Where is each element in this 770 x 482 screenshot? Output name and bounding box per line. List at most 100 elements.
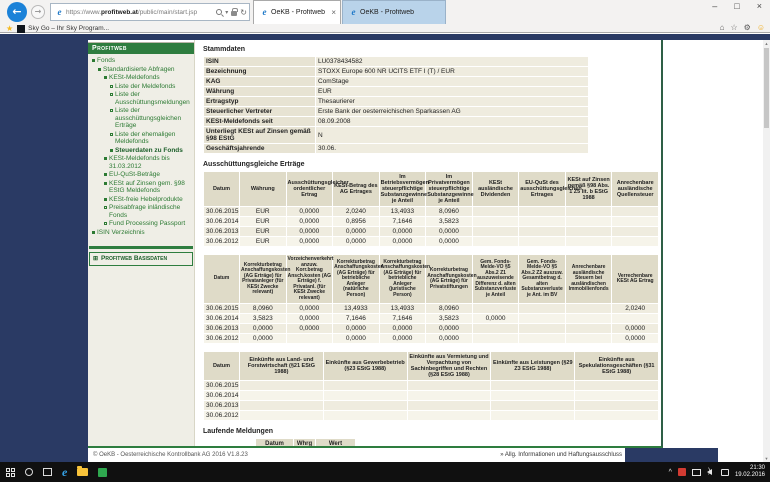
favorite-site-icon	[17, 25, 25, 33]
sidebar-item[interactable]: Liste der ehemaligen Meldefonds	[91, 131, 192, 146]
sidebar-item[interactable]: Preisabfrage inländische Fonds	[91, 204, 192, 219]
scrollbar-thumb[interactable]	[764, 48, 769, 128]
sidebar-separator	[89, 246, 193, 249]
ag-ertraege-table: DatumWährungAusschüttungsgleicher ordent…	[203, 171, 659, 247]
table-cell: 30.06.2012	[204, 237, 240, 247]
table-cell	[323, 401, 407, 411]
sidebar-item[interactable]: KESt-Meldefonds bis 31.03.2012	[91, 155, 192, 170]
bullet-icon	[104, 206, 107, 209]
sidebar-item[interactable]: EU-QuSt-Beträge	[91, 171, 192, 179]
table-cell	[519, 304, 566, 314]
browser-tab-active[interactable]: e OeKB - Profitweb ×	[253, 0, 341, 24]
table-cell: 0,0000	[379, 324, 426, 334]
favorites-star-icon[interactable]: ★	[6, 25, 13, 33]
favorites-icon[interactable]: ☆	[730, 24, 737, 32]
back-button[interactable]: ←	[7, 2, 27, 22]
column-header: Ausschüttungsgleicher ordentlicher Ertra…	[286, 172, 333, 207]
tray-chevron-icon[interactable]: ^	[669, 469, 672, 476]
volume-icon[interactable]	[707, 469, 712, 475]
minimize-button[interactable]: –	[712, 1, 717, 11]
tray-antivirus-icon[interactable]	[678, 468, 686, 476]
copyright-text: © OeKB - Oesterreichische Kontrollbank A…	[88, 452, 248, 458]
maximize-button[interactable]: □	[734, 1, 739, 11]
sidebar-item-label: KESt auf Zinsen gem. §98 EStG Meldefonds	[109, 180, 192, 195]
table-cell: 0,0000	[333, 237, 380, 247]
column-header: Im Privatvermögen steuerpflichtige Subst…	[426, 172, 473, 207]
sidebar-item[interactable]: Liste der Ausschüttungsmeldungen	[91, 91, 192, 106]
network-icon[interactable]	[692, 469, 701, 476]
table-cell: 30.06.2014	[204, 217, 240, 227]
tab-label: OeKB - Profitweb	[271, 9, 329, 16]
search-icon[interactable]	[216, 9, 222, 15]
table-cell: Bezeichnung	[204, 67, 316, 77]
sidebar-item[interactable]: KESt auf Zinsen gem. §98 EStG Meldefonds	[91, 180, 192, 195]
feedback-smiley-icon[interactable]: ☺	[757, 24, 765, 32]
table-row: 30.06.2012EUR0,00000,00000,00000,0000	[204, 237, 659, 247]
table-row: 30.06.2013	[204, 401, 659, 411]
start-button-icon[interactable]	[6, 468, 15, 477]
sidebar-tree: FondsStandardisierte AbfragenKESt-Meldef…	[88, 54, 194, 241]
column-header: Währung	[240, 172, 287, 207]
table-cell	[565, 237, 612, 247]
sidebar-item[interactable]: KESt-Meldefonds	[91, 74, 192, 82]
table-cell: Unterliegt KESt auf Zinsen gemäß §98 ESt…	[204, 127, 316, 144]
table-cell: 30.06.2012	[204, 334, 240, 344]
expand-icon[interactable]: ⊞	[93, 255, 98, 263]
forward-button[interactable]: →	[31, 5, 45, 19]
table-cell: KESt-Meldefonds seit	[204, 117, 316, 127]
bullet-icon	[98, 68, 101, 71]
table-cell	[612, 217, 659, 227]
sidebar-item[interactable]: Standardisierte Abfragen	[91, 66, 192, 74]
tab-close-icon[interactable]: ×	[329, 8, 336, 17]
file-explorer-icon[interactable]	[77, 468, 88, 476]
table-row: 30.06.2015EUR0,00002,024013,49338,0960	[204, 207, 659, 217]
sidebar-item[interactable]: Steuerdaten zu Fonds	[91, 147, 192, 155]
scroll-up-icon[interactable]: ▲	[763, 41, 770, 46]
table-cell: 0,0000	[333, 334, 380, 344]
task-view-icon[interactable]	[43, 468, 52, 476]
refresh-icon[interactable]: ↻	[240, 8, 247, 17]
bullet-icon	[104, 76, 107, 79]
dropdown-icon[interactable]: ▾	[225, 9, 228, 16]
green-app-icon[interactable]	[98, 468, 107, 477]
close-button[interactable]: ×	[757, 1, 762, 11]
scroll-down-icon[interactable]: ▼	[763, 456, 770, 461]
table-row: 30.06.2015	[204, 381, 659, 391]
action-center-icon[interactable]	[721, 469, 729, 476]
sidebar-item-label: KESt-freie Hebelprodukte	[109, 196, 183, 204]
sidebar-item[interactable]: Liste der ausschüttungsgleichen Erträge	[91, 107, 192, 130]
address-bar[interactable]: e https://www.profitweb.at/public/main/s…	[50, 3, 250, 21]
table-cell	[286, 334, 333, 344]
scrollbar[interactable]: ▲ ▼	[763, 40, 770, 462]
table-cell: 0,0000	[379, 334, 426, 344]
bullet-icon	[110, 109, 113, 112]
sidebar-item[interactable]: Fund Processing Passport	[91, 220, 192, 228]
sidebar-item-basisdaten[interactable]: ⊞ Profitweb Basisdaten	[89, 252, 193, 266]
sidebar-item[interactable]: KESt-freie Hebelprodukte	[91, 196, 192, 204]
cortana-icon[interactable]	[25, 468, 33, 476]
sidebar-item[interactable]: Fonds	[91, 57, 192, 65]
table-cell	[472, 334, 519, 344]
settings-gear-icon[interactable]: ⚙	[744, 24, 751, 32]
stammdaten-table: ISINLU0378434582BezeichnungSTOXX Europe …	[203, 56, 589, 154]
internet-explorer-icon[interactable]: e	[62, 466, 67, 478]
footer-link[interactable]: » Allg. Informationen und Haftungsaussch…	[500, 452, 622, 458]
table-cell: 0,0000	[286, 227, 333, 237]
home-icon[interactable]: ⌂	[720, 24, 725, 32]
table-cell: N	[316, 127, 589, 144]
table-cell: 0,0000	[286, 324, 333, 334]
url-text[interactable]: https://www.profitweb.at/public/main/sta…	[66, 9, 216, 16]
clock-date: 19.02.2016	[735, 472, 765, 479]
table-row: BezeichnungSTOXX Europe 600 NR UCITS ETF…	[204, 67, 589, 77]
table-row: 30.06.20158,09600,000013,493313,49338,09…	[204, 304, 659, 314]
favorites-bar: ★ Sky Go – Ihr Sky Program...	[0, 24, 770, 33]
sidebar-item[interactable]: Liste der Meldefonds	[91, 83, 192, 91]
column-header: Korrekturbetrag Anschaffungskosten (AG E…	[379, 255, 426, 304]
table-cell	[519, 314, 566, 324]
taskbar-clock[interactable]: 21:30 19.02.2016	[735, 465, 765, 479]
browser-tab-inactive[interactable]: e OeKB - Profitweb	[342, 0, 446, 24]
table-row: Geschäftsjahrende30.06.	[204, 144, 589, 154]
sidebar-title: Profitweb	[88, 43, 194, 54]
sidebar-item[interactable]: ISIN Verzeichnis	[91, 229, 192, 237]
favorite-link[interactable]: Sky Go – Ihr Sky Program...	[28, 25, 109, 32]
